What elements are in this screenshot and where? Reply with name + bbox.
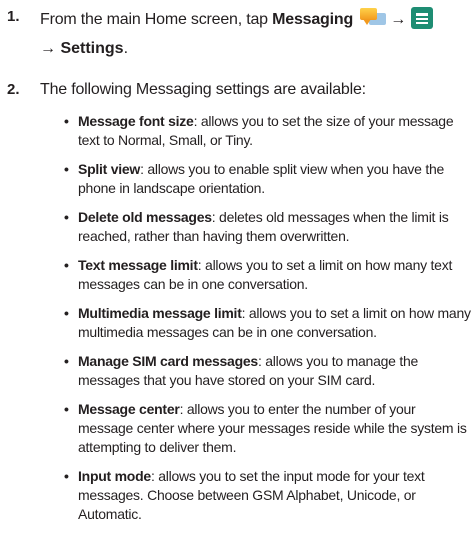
arrow-icon: → <box>390 11 407 28</box>
list-item: • Manage SIM card messages: allows you to… <box>64 352 474 390</box>
messaging-app-icon <box>359 8 387 28</box>
setting-term: Input mode <box>78 468 151 484</box>
bullet-icon: • <box>64 305 69 321</box>
list-item: • Message center: allows you to enter the… <box>64 400 474 457</box>
settings-label: Settings <box>60 40 124 57</box>
step-text-intro: From the main Home screen, tap <box>40 11 273 28</box>
step-text: From the main Home screen, tap Messaging… <box>40 7 472 30</box>
step-text: The following Messaging settings are ava… <box>40 81 366 98</box>
bullet-icon: • <box>64 113 69 129</box>
setting-term: Split view <box>78 161 141 177</box>
arrow-icon: → <box>40 40 56 57</box>
bullet-icon: • <box>64 257 69 273</box>
step-text-line2: → Settings. <box>40 39 128 59</box>
bullet-icon: • <box>64 209 69 225</box>
messaging-label: Messaging <box>272 11 354 28</box>
list-item: • Split view: allows you to enable split … <box>64 160 474 198</box>
list-item: • Text message limit: allows you to set a… <box>64 256 474 294</box>
list-item: • Delete old messages: deletes old messag… <box>64 208 474 246</box>
bullet-icon: • <box>64 401 69 417</box>
step-period: . <box>123 40 129 57</box>
list-item: • Multimedia message limit: allows you to… <box>64 304 474 342</box>
bullet-icon: • <box>64 468 69 484</box>
manual-page: 1. From the main Home screen, tap Messag… <box>0 0 474 534</box>
step-number: 2. <box>7 81 20 98</box>
setting-term: Manage SIM card messages <box>78 353 258 369</box>
list-item: • Message font size: allows you to set th… <box>64 112 474 150</box>
setting-term: Multimedia message limit <box>78 305 242 321</box>
menu-key-icon <box>411 7 434 29</box>
setting-term: Delete old messages <box>78 209 212 225</box>
setting-term: Message font size <box>78 113 194 129</box>
settings-list: • Message font size: allows you to set th… <box>64 112 474 534</box>
step-number: 1. <box>7 8 20 25</box>
setting-term: Message center <box>78 401 180 417</box>
list-item: • Input mode: allows you to set the input… <box>64 467 474 524</box>
setting-term: Text message limit <box>78 257 198 273</box>
bullet-icon: • <box>64 161 69 177</box>
bullet-icon: • <box>64 353 69 369</box>
